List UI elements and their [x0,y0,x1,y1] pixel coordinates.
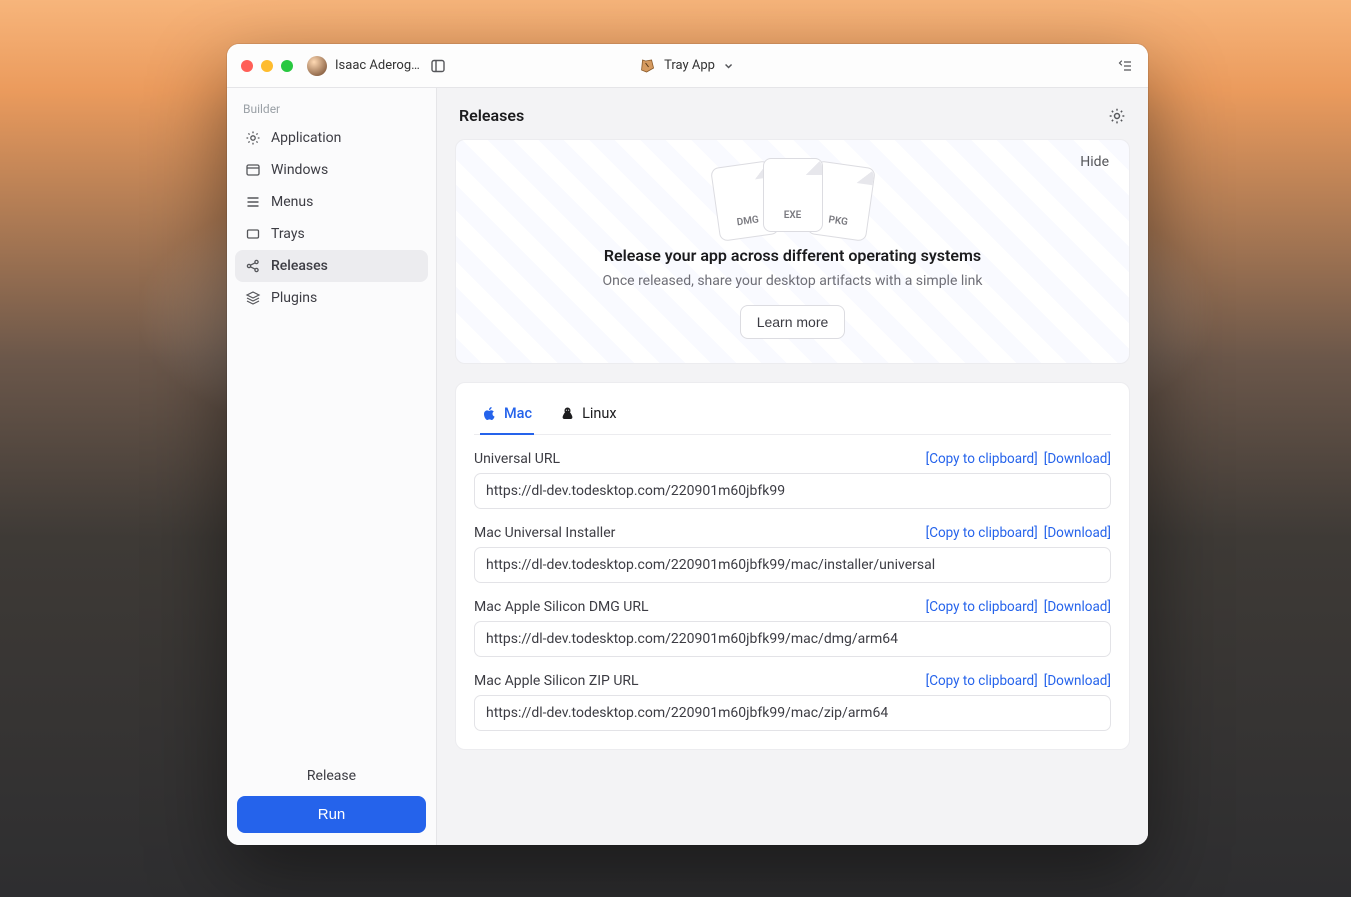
linux-icon [560,406,575,421]
sidebar-item-windows[interactable]: Windows [235,154,428,186]
download-link[interactable]: [Download] [1044,451,1111,467]
share-icon [245,258,261,274]
url-block-universal: Universal URL [Copy to clipboard] [Downl… [474,451,1111,509]
platform-tabs: Mac Linux [474,397,1111,435]
urls-card: Mac Linux Universal URL [Copy to clipboa… [455,382,1130,750]
sidebar-item-plugins[interactable]: Plugins [235,282,428,314]
main-pane: Releases Hide DMG EXE PKG Release your a… [437,88,1148,845]
file-icon-exe: EXE [763,158,823,232]
copy-to-clipboard-link[interactable]: [Copy to clipboard] [926,673,1038,689]
app-name-label: Tray App [664,58,715,73]
learn-more-button[interactable]: Learn more [740,305,846,339]
sidebar-item-label: Application [271,130,341,146]
sidebar-section-label: Builder [227,88,436,122]
app-window: Isaac Aderog… Tray App Builder [227,44,1148,845]
url-block-mac-universal-installer: Mac Universal Installer [Copy to clipboa… [474,525,1111,583]
window-body: Builder Application Windows [227,88,1148,845]
sidebar-item-label: Menus [271,194,313,210]
tab-mac[interactable]: Mac [480,397,534,435]
url-block-mac-arm64-dmg: Mac Apple Silicon DMG URL [Copy to clipb… [474,599,1111,657]
sidebar-item-menus[interactable]: Menus [235,186,428,218]
url-block-mac-arm64-zip: Mac Apple Silicon ZIP URL [Copy to clipb… [474,673,1111,731]
url-label: Mac Apple Silicon DMG URL [474,599,649,615]
url-input-mac-universal-installer[interactable] [474,547,1111,583]
sidebar-item-label: Trays [271,226,305,242]
tray-icon [245,226,261,242]
download-link[interactable]: [Download] [1044,673,1111,689]
minimize-window-button[interactable] [261,60,273,72]
sidebar-list: Application Windows Menus [227,122,436,314]
url-label: Mac Apple Silicon ZIP URL [474,673,639,689]
titlebar: Isaac Aderog… Tray App [227,44,1148,88]
sidebar-item-trays[interactable]: Trays [235,218,428,250]
hero-heading: Release your app across different operat… [478,246,1107,265]
sidebar-item-label: Releases [271,258,328,274]
url-label: Mac Universal Installer [474,525,615,541]
close-window-button[interactable] [241,60,253,72]
window-icon [245,162,261,178]
titlebar-right-menu-icon[interactable] [1118,58,1134,74]
tab-linux[interactable]: Linux [558,397,619,435]
sidebar: Builder Application Windows [227,88,437,845]
stack-icon [245,290,261,306]
hero-card: Hide DMG EXE PKG Release your app across… [455,139,1130,364]
app-icon [640,58,656,74]
chevron-down-icon [723,60,735,72]
copy-to-clipboard-link[interactable]: [Copy to clipboard] [926,599,1038,615]
url-input-universal[interactable] [474,473,1111,509]
tab-label: Mac [504,405,532,422]
avatar[interactable] [307,56,327,76]
hero-subheading: Once released, share your desktop artifa… [478,273,1107,289]
sidebar-item-application[interactable]: Application [235,122,428,154]
maximize-window-button[interactable] [281,60,293,72]
apple-icon [482,406,497,421]
sidebar-item-label: Windows [271,162,328,178]
sidebar-item-releases[interactable]: Releases [235,250,428,282]
settings-gear-icon[interactable] [1108,107,1126,125]
titlebar-app-switcher[interactable]: Tray App [640,58,735,74]
gear-icon [245,130,261,146]
traffic-lights [241,60,293,72]
panel-toggle-icon[interactable] [430,58,446,74]
copy-to-clipboard-link[interactable]: [Copy to clipboard] [926,451,1038,467]
page-title: Releases [459,106,524,125]
url-input-mac-arm64-zip[interactable] [474,695,1111,731]
run-button[interactable]: Run [237,796,426,833]
url-label: Universal URL [474,451,560,467]
download-link[interactable]: [Download] [1044,525,1111,541]
url-input-mac-arm64-dmg[interactable] [474,621,1111,657]
download-link[interactable]: [Download] [1044,599,1111,615]
copy-to-clipboard-link[interactable]: [Copy to clipboard] [926,525,1038,541]
file-illustration: DMG EXE PKG [478,158,1107,232]
username-label[interactable]: Isaac Aderog… [335,58,420,73]
tab-label: Linux [582,405,617,422]
release-link[interactable]: Release [237,760,426,792]
sidebar-footer: Release Run [227,750,436,845]
sidebar-item-label: Plugins [271,290,317,306]
main-header: Releases [455,106,1130,139]
menu-icon [245,194,261,210]
